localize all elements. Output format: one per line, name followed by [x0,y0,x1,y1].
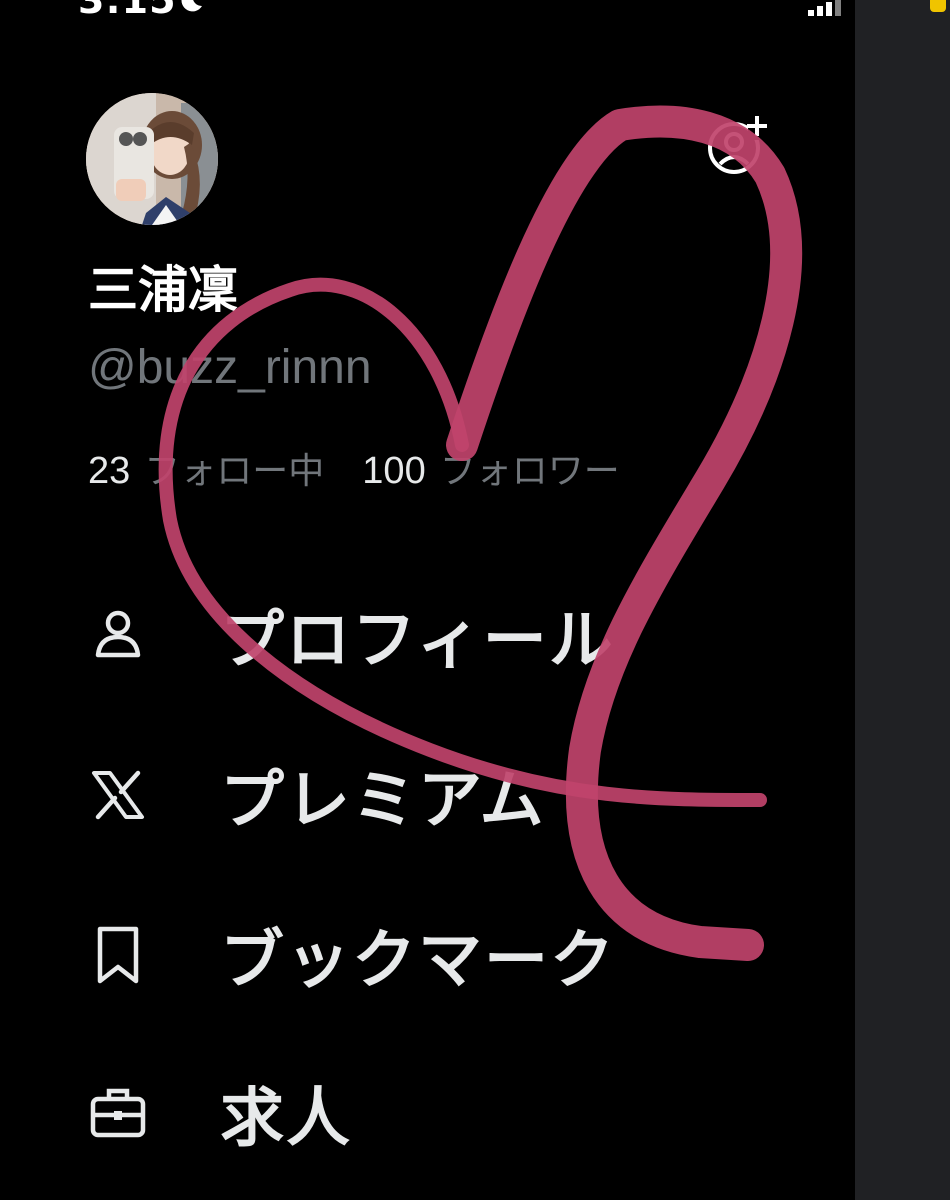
signal-icon [808,0,841,16]
avatar[interactable] [86,93,218,225]
navigation-drawer: 3:15 三浦凜 @buzz_rinnn 23 フォロー中 100 フォロワー … [0,0,906,1200]
add-account-icon[interactable] [706,114,770,178]
handle: @buzz_rinnn [88,341,372,394]
menu-label: ブックマーク [220,924,616,998]
avatar-photo [86,93,218,225]
moon-icon [181,0,202,12]
status-time: 3:15 [78,0,177,22]
menu-item-bookmarks[interactable]: ブックマーク [88,910,788,1000]
followers-label[interactable]: フォロワー [440,442,620,494]
menu-item-jobs[interactable]: 求人 [88,1068,788,1158]
person-icon [88,605,148,665]
menu-label: 求人 [220,1082,352,1156]
x-logo-icon [88,765,148,825]
following-count[interactable]: 23 [88,450,130,493]
menu-label: プレミアム [220,764,546,838]
battery-icon [930,0,946,12]
background-timeline-edge[interactable] [855,0,950,1200]
display-name[interactable]: 三浦凜 [88,250,238,322]
menu-label: プロフィール [220,604,615,678]
menu-item-premium[interactable]: プレミアム [88,750,788,840]
follow-counts: 23 フォロー中 100 フォロワー [88,442,658,494]
briefcase-icon [88,1083,148,1143]
bookmark-icon [88,925,148,985]
followers-count[interactable]: 100 [362,450,425,493]
menu-item-profile[interactable]: プロフィール [88,590,788,680]
following-label[interactable]: フォロー中 [144,442,324,494]
